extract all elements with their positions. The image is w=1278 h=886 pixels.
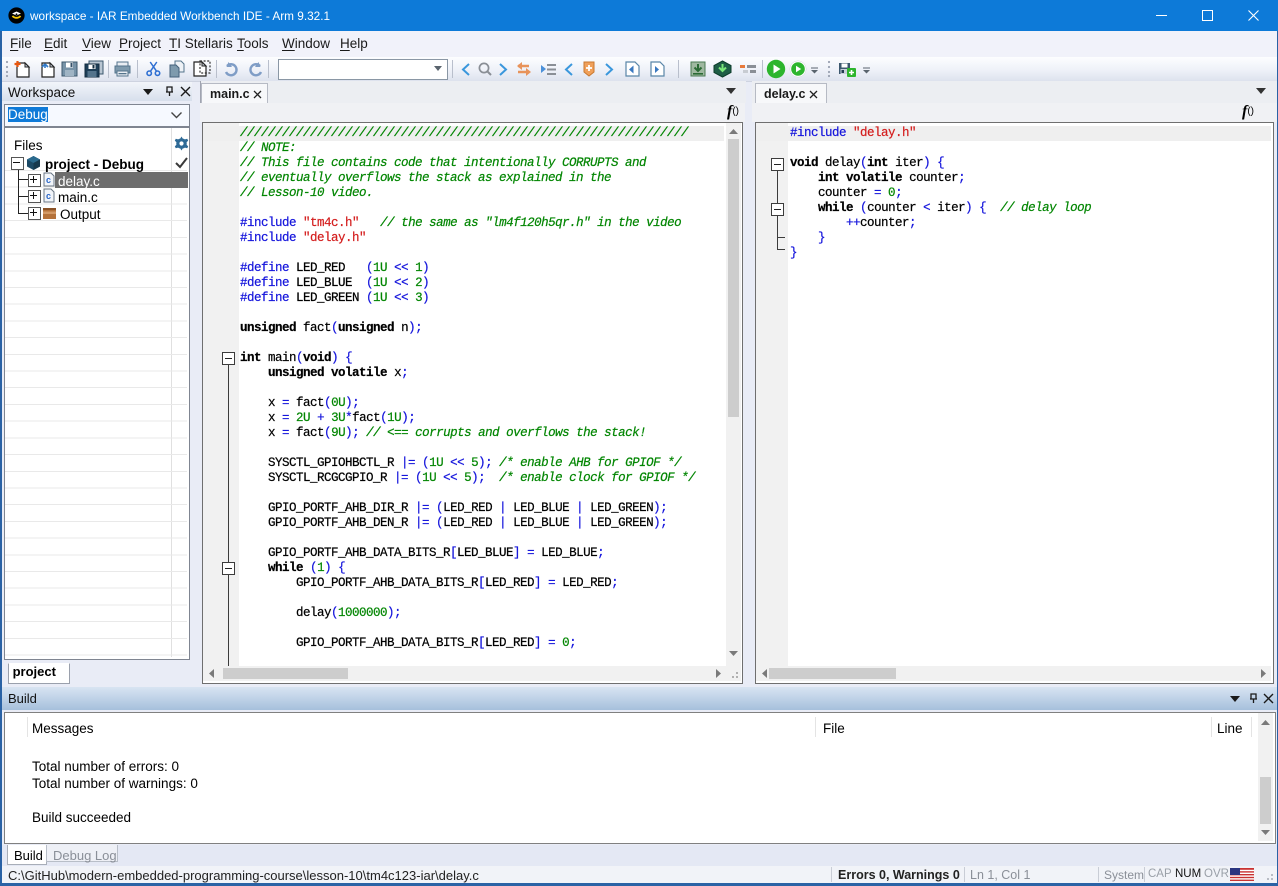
svg-text:c: c: [46, 191, 51, 201]
svg-text:c: c: [46, 175, 51, 185]
